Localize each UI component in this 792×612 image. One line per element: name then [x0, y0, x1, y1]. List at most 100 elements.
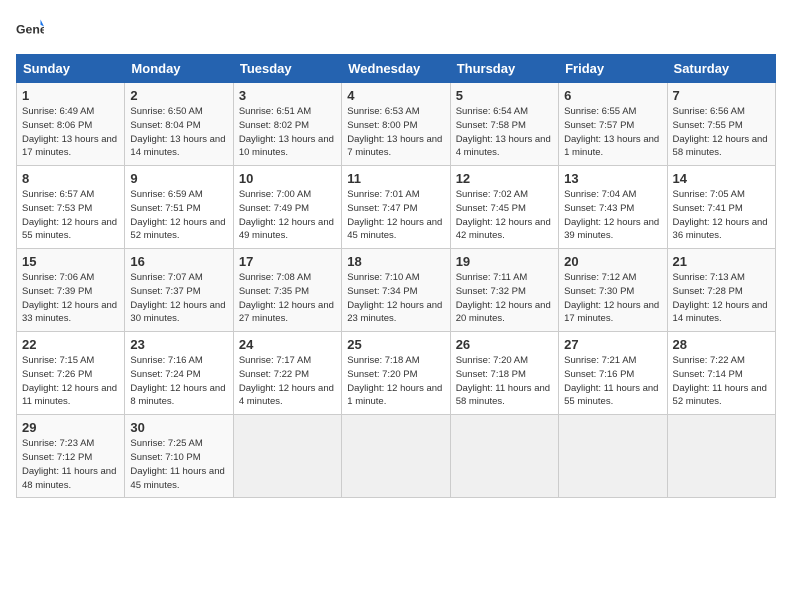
day-cell: 28 Sunrise: 7:22 AM Sunset: 7:14 PM Dayl…: [667, 332, 775, 415]
day-detail: Sunrise: 7:08 AM Sunset: 7:35 PM Dayligh…: [239, 271, 336, 326]
day-number: 25: [347, 337, 444, 352]
day-cell: 16 Sunrise: 7:07 AM Sunset: 7:37 PM Dayl…: [125, 249, 233, 332]
day-number: 9: [130, 171, 227, 186]
day-number: 28: [673, 337, 770, 352]
header-cell-friday: Friday: [559, 55, 667, 83]
day-number: 19: [456, 254, 553, 269]
day-detail: Sunrise: 7:17 AM Sunset: 7:22 PM Dayligh…: [239, 354, 336, 409]
day-number: 1: [22, 88, 119, 103]
day-detail: Sunrise: 7:05 AM Sunset: 7:41 PM Dayligh…: [673, 188, 770, 243]
svg-text:General: General: [16, 23, 44, 37]
day-detail: Sunrise: 6:59 AM Sunset: 7:51 PM Dayligh…: [130, 188, 227, 243]
day-number: 17: [239, 254, 336, 269]
day-cell: 25 Sunrise: 7:18 AM Sunset: 7:20 PM Dayl…: [342, 332, 450, 415]
day-cell: 4 Sunrise: 6:53 AM Sunset: 8:00 PM Dayli…: [342, 83, 450, 166]
day-number: 29: [22, 420, 119, 435]
week-row-5: 29 Sunrise: 7:23 AM Sunset: 7:12 PM Dayl…: [17, 415, 776, 498]
header-cell-sunday: Sunday: [17, 55, 125, 83]
day-number: 5: [456, 88, 553, 103]
day-cell: [559, 415, 667, 498]
day-cell: 7 Sunrise: 6:56 AM Sunset: 7:55 PM Dayli…: [667, 83, 775, 166]
day-cell: 20 Sunrise: 7:12 AM Sunset: 7:30 PM Dayl…: [559, 249, 667, 332]
calendar-body: 1 Sunrise: 6:49 AM Sunset: 8:06 PM Dayli…: [17, 83, 776, 498]
calendar-table: SundayMondayTuesdayWednesdayThursdayFrid…: [16, 54, 776, 498]
day-detail: Sunrise: 7:06 AM Sunset: 7:39 PM Dayligh…: [22, 271, 119, 326]
day-cell: 2 Sunrise: 6:50 AM Sunset: 8:04 PM Dayli…: [125, 83, 233, 166]
day-cell: 21 Sunrise: 7:13 AM Sunset: 7:28 PM Dayl…: [667, 249, 775, 332]
header-cell-tuesday: Tuesday: [233, 55, 341, 83]
day-cell: 9 Sunrise: 6:59 AM Sunset: 7:51 PM Dayli…: [125, 166, 233, 249]
day-detail: Sunrise: 7:13 AM Sunset: 7:28 PM Dayligh…: [673, 271, 770, 326]
day-detail: Sunrise: 7:04 AM Sunset: 7:43 PM Dayligh…: [564, 188, 661, 243]
day-cell: 22 Sunrise: 7:15 AM Sunset: 7:26 PM Dayl…: [17, 332, 125, 415]
day-detail: Sunrise: 6:54 AM Sunset: 7:58 PM Dayligh…: [456, 105, 553, 160]
day-detail: Sunrise: 7:02 AM Sunset: 7:45 PM Dayligh…: [456, 188, 553, 243]
day-cell: 1 Sunrise: 6:49 AM Sunset: 8:06 PM Dayli…: [17, 83, 125, 166]
day-detail: Sunrise: 6:57 AM Sunset: 7:53 PM Dayligh…: [22, 188, 119, 243]
day-detail: Sunrise: 6:55 AM Sunset: 7:57 PM Dayligh…: [564, 105, 661, 160]
day-cell: 15 Sunrise: 7:06 AM Sunset: 7:39 PM Dayl…: [17, 249, 125, 332]
day-cell: 27 Sunrise: 7:21 AM Sunset: 7:16 PM Dayl…: [559, 332, 667, 415]
day-detail: Sunrise: 6:50 AM Sunset: 8:04 PM Dayligh…: [130, 105, 227, 160]
day-cell: 10 Sunrise: 7:00 AM Sunset: 7:49 PM Dayl…: [233, 166, 341, 249]
day-number: 26: [456, 337, 553, 352]
header-cell-monday: Monday: [125, 55, 233, 83]
day-cell: 3 Sunrise: 6:51 AM Sunset: 8:02 PM Dayli…: [233, 83, 341, 166]
day-number: 7: [673, 88, 770, 103]
header-cell-thursday: Thursday: [450, 55, 558, 83]
day-detail: Sunrise: 6:51 AM Sunset: 8:02 PM Dayligh…: [239, 105, 336, 160]
day-cell: 11 Sunrise: 7:01 AM Sunset: 7:47 PM Dayl…: [342, 166, 450, 249]
day-detail: Sunrise: 7:22 AM Sunset: 7:14 PM Dayligh…: [673, 354, 770, 409]
day-number: 20: [564, 254, 661, 269]
day-detail: Sunrise: 6:49 AM Sunset: 8:06 PM Dayligh…: [22, 105, 119, 160]
day-number: 10: [239, 171, 336, 186]
day-detail: Sunrise: 7:10 AM Sunset: 7:34 PM Dayligh…: [347, 271, 444, 326]
day-number: 27: [564, 337, 661, 352]
day-number: 14: [673, 171, 770, 186]
day-detail: Sunrise: 7:25 AM Sunset: 7:10 PM Dayligh…: [130, 437, 227, 492]
day-cell: 8 Sunrise: 6:57 AM Sunset: 7:53 PM Dayli…: [17, 166, 125, 249]
day-detail: Sunrise: 7:18 AM Sunset: 7:20 PM Dayligh…: [347, 354, 444, 409]
day-number: 30: [130, 420, 227, 435]
week-row-2: 8 Sunrise: 6:57 AM Sunset: 7:53 PM Dayli…: [17, 166, 776, 249]
day-detail: Sunrise: 7:12 AM Sunset: 7:30 PM Dayligh…: [564, 271, 661, 326]
day-cell: 30 Sunrise: 7:25 AM Sunset: 7:10 PM Dayl…: [125, 415, 233, 498]
day-cell: 12 Sunrise: 7:02 AM Sunset: 7:45 PM Dayl…: [450, 166, 558, 249]
day-cell: 26 Sunrise: 7:20 AM Sunset: 7:18 PM Dayl…: [450, 332, 558, 415]
day-number: 8: [22, 171, 119, 186]
logo: General: [16, 16, 48, 44]
calendar-header: SundayMondayTuesdayWednesdayThursdayFrid…: [17, 55, 776, 83]
day-detail: Sunrise: 7:15 AM Sunset: 7:26 PM Dayligh…: [22, 354, 119, 409]
day-cell: 23 Sunrise: 7:16 AM Sunset: 7:24 PM Dayl…: [125, 332, 233, 415]
day-cell: 5 Sunrise: 6:54 AM Sunset: 7:58 PM Dayli…: [450, 83, 558, 166]
day-number: 18: [347, 254, 444, 269]
day-detail: Sunrise: 7:11 AM Sunset: 7:32 PM Dayligh…: [456, 271, 553, 326]
day-number: 2: [130, 88, 227, 103]
header-cell-wednesday: Wednesday: [342, 55, 450, 83]
day-cell: [233, 415, 341, 498]
week-row-1: 1 Sunrise: 6:49 AM Sunset: 8:06 PM Dayli…: [17, 83, 776, 166]
header-row: SundayMondayTuesdayWednesdayThursdayFrid…: [17, 55, 776, 83]
day-detail: Sunrise: 7:07 AM Sunset: 7:37 PM Dayligh…: [130, 271, 227, 326]
day-number: 12: [456, 171, 553, 186]
day-number: 3: [239, 88, 336, 103]
day-number: 6: [564, 88, 661, 103]
day-detail: Sunrise: 6:56 AM Sunset: 7:55 PM Dayligh…: [673, 105, 770, 160]
day-number: 4: [347, 88, 444, 103]
day-number: 24: [239, 337, 336, 352]
day-detail: Sunrise: 6:53 AM Sunset: 8:00 PM Dayligh…: [347, 105, 444, 160]
day-cell: [342, 415, 450, 498]
day-detail: Sunrise: 7:21 AM Sunset: 7:16 PM Dayligh…: [564, 354, 661, 409]
day-detail: Sunrise: 7:23 AM Sunset: 7:12 PM Dayligh…: [22, 437, 119, 492]
day-cell: 19 Sunrise: 7:11 AM Sunset: 7:32 PM Dayl…: [450, 249, 558, 332]
day-detail: Sunrise: 7:20 AM Sunset: 7:18 PM Dayligh…: [456, 354, 553, 409]
day-cell: 18 Sunrise: 7:10 AM Sunset: 7:34 PM Dayl…: [342, 249, 450, 332]
day-number: 16: [130, 254, 227, 269]
day-cell: 29 Sunrise: 7:23 AM Sunset: 7:12 PM Dayl…: [17, 415, 125, 498]
day-number: 15: [22, 254, 119, 269]
day-cell: 17 Sunrise: 7:08 AM Sunset: 7:35 PM Dayl…: [233, 249, 341, 332]
day-cell: 13 Sunrise: 7:04 AM Sunset: 7:43 PM Dayl…: [559, 166, 667, 249]
day-detail: Sunrise: 7:16 AM Sunset: 7:24 PM Dayligh…: [130, 354, 227, 409]
day-detail: Sunrise: 7:00 AM Sunset: 7:49 PM Dayligh…: [239, 188, 336, 243]
day-number: 23: [130, 337, 227, 352]
